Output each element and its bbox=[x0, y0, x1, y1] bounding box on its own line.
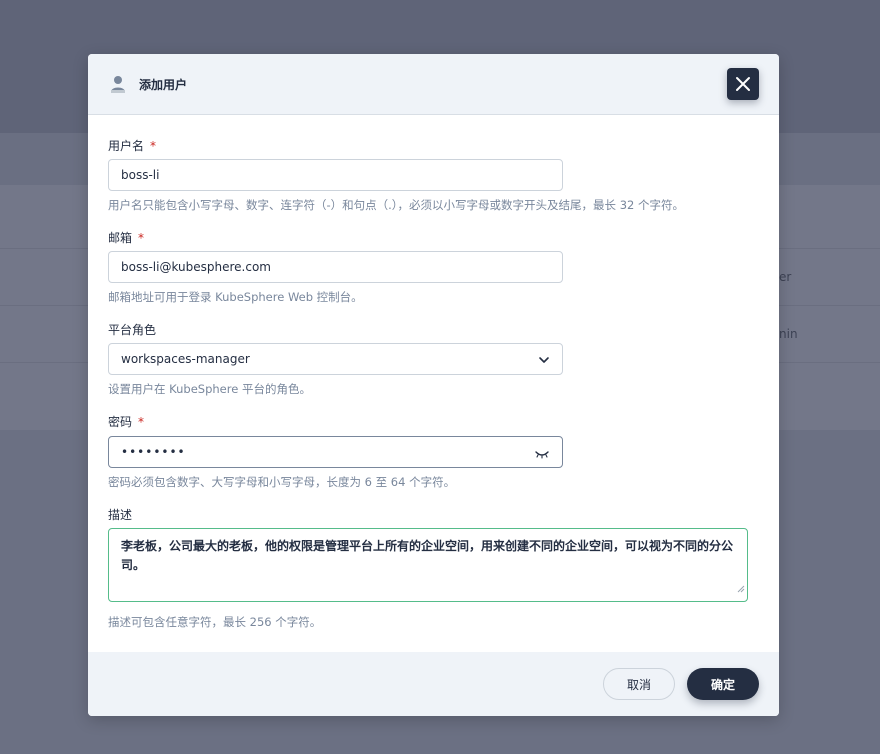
username-label: 用户名 * bbox=[108, 137, 156, 154]
description-hint: 描述可包含任意字符，最长 256 个字符。 bbox=[108, 615, 322, 629]
required-mark: * bbox=[150, 139, 157, 153]
add-user-dialog: 添加用户 用户名 * boss-li 用户名只能包含小写字母、数字、连字符（-）和… bbox=[88, 54, 779, 716]
dialog-title: 添加用户 bbox=[139, 77, 188, 92]
password-hint: 密码必须包含数字、大写字母和小写字母，长度为 6 至 64 个字符。 bbox=[108, 475, 456, 489]
username-value: boss-li bbox=[121, 168, 160, 182]
password-label-text: 密码 bbox=[108, 415, 133, 429]
user-icon bbox=[108, 74, 128, 94]
required-mark: * bbox=[138, 231, 145, 245]
cancel-button[interactable]: 取消 bbox=[603, 668, 675, 700]
username-input[interactable]: boss-li bbox=[108, 159, 563, 191]
eye-closed-icon[interactable] bbox=[534, 448, 550, 462]
ok-button[interactable]: 确定 bbox=[687, 668, 759, 700]
email-value: boss-li@kubesphere.com bbox=[121, 260, 271, 274]
description-label: 描述 bbox=[108, 506, 132, 523]
close-icon bbox=[735, 76, 751, 92]
resize-grip-icon[interactable] bbox=[737, 580, 745, 599]
password-label: 密码 * bbox=[108, 413, 144, 430]
email-hint: 邮箱地址可用于登录 KubeSphere Web 控制台。 bbox=[108, 290, 363, 304]
email-input[interactable]: boss-li@kubesphere.com bbox=[108, 251, 563, 283]
close-button[interactable] bbox=[727, 68, 759, 100]
background-row-text: er bbox=[779, 270, 792, 284]
email-label: 邮箱 * bbox=[108, 229, 144, 246]
description-value: 李老板，公司最大的老板，他的权限是管理平台上所有的企业空间，用来创建不同的企业空… bbox=[121, 539, 734, 572]
description-label-text: 描述 bbox=[108, 508, 133, 522]
role-value: workspaces-manager bbox=[121, 352, 250, 366]
dialog-header: 添加用户 bbox=[88, 54, 779, 115]
dialog-footer: 取消 确定 bbox=[88, 652, 779, 716]
password-value: •••••••• bbox=[121, 445, 186, 459]
email-label-text: 邮箱 bbox=[108, 231, 133, 245]
role-hint: 设置用户在 KubeSphere 平台的角色。 bbox=[108, 382, 311, 396]
username-label-text: 用户名 bbox=[108, 139, 145, 153]
description-textarea[interactable]: 李老板，公司最大的老板，他的权限是管理平台上所有的企业空间，用来创建不同的企业空… bbox=[108, 528, 748, 602]
role-label: 平台角色 bbox=[108, 321, 156, 338]
dialog-body: 用户名 * boss-li 用户名只能包含小写字母、数字、连字符（-）和句点（.）… bbox=[88, 115, 779, 652]
required-mark: * bbox=[138, 415, 145, 429]
role-select[interactable]: workspaces-manager bbox=[108, 343, 563, 375]
role-label-text: 平台角色 bbox=[108, 323, 157, 337]
background-row-text: nin bbox=[779, 327, 798, 341]
chevron-down-icon bbox=[538, 354, 550, 369]
password-input[interactable]: •••••••• bbox=[108, 436, 563, 468]
username-hint: 用户名只能包含小写字母、数字、连字符（-）和句点（.），必须以小写字母或数字开头… bbox=[108, 198, 684, 212]
